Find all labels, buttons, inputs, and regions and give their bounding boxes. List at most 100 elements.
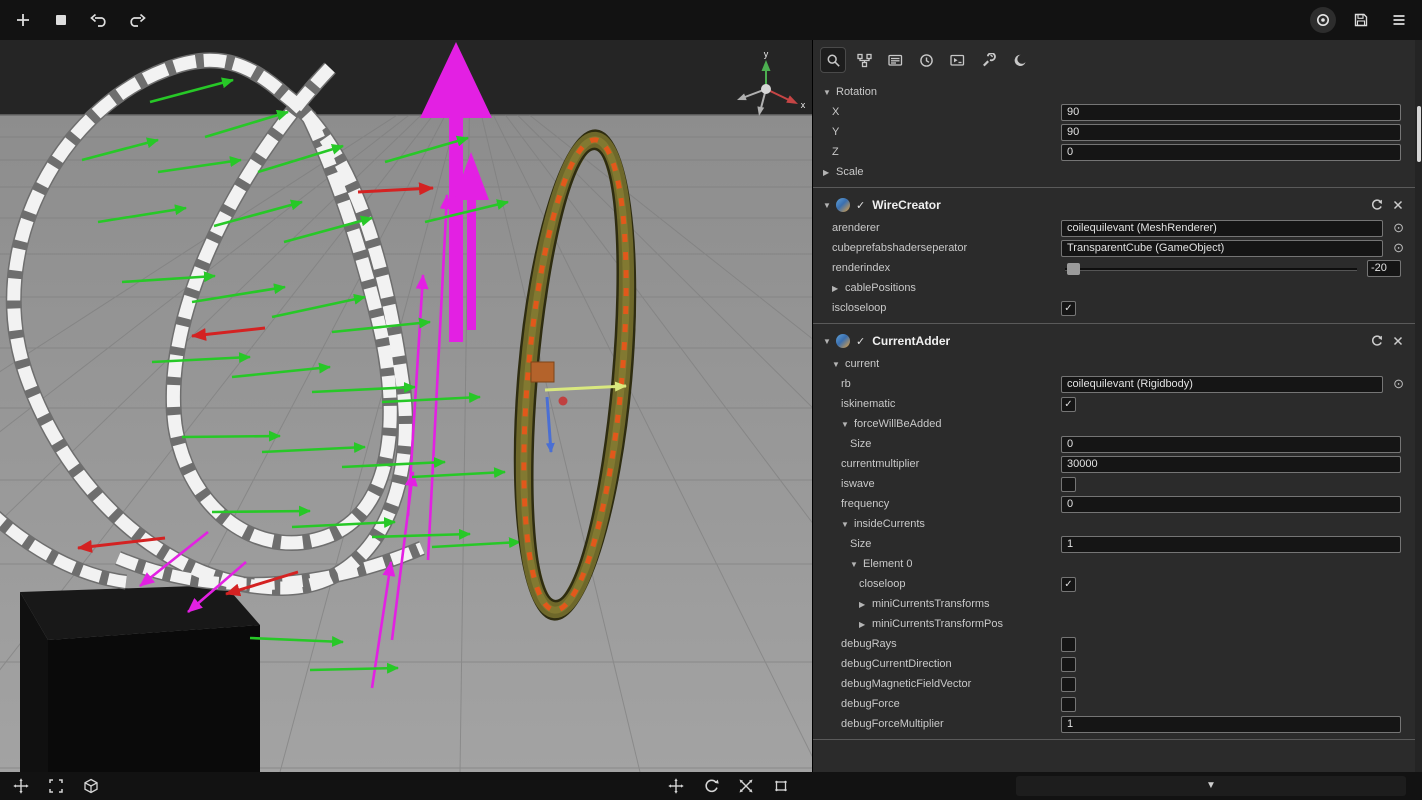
checkbox[interactable]: ✓ (1061, 577, 1076, 592)
expand-icon[interactable] (43, 773, 69, 799)
property-label: closeloop (859, 578, 905, 590)
main-area: y x (0, 40, 1422, 772)
hierarchy-icon[interactable] (851, 47, 877, 73)
checkbox[interactable] (1061, 637, 1076, 652)
property-label: Size (850, 438, 871, 450)
console-icon[interactable] (944, 47, 970, 73)
object-reference-field[interactable]: coilequilevant (Rigidbody) (1061, 376, 1383, 393)
clock-icon[interactable] (913, 47, 939, 73)
separator (813, 739, 1415, 740)
value-field[interactable]: 0 (1061, 496, 1401, 513)
slider-track[interactable] (1065, 268, 1357, 271)
redo-icon[interactable] (124, 7, 150, 33)
chevron-down-icon: ▼ (1206, 779, 1216, 793)
inspector-row: debugRays (813, 634, 1415, 654)
remove-icon[interactable] (1393, 200, 1403, 210)
rotate-tool-icon[interactable] (698, 773, 724, 799)
foldout-open-icon[interactable]: ▼ (832, 360, 841, 369)
layer-dropdown[interactable]: ▼ (1016, 776, 1406, 796)
reset-icon[interactable] (1370, 335, 1382, 347)
inspector-row: cubeprefabshaderseperator TransparentCube… (813, 238, 1415, 258)
menu-icon[interactable] (1386, 7, 1412, 33)
foldout-closed-icon[interactable]: ▶ (859, 620, 868, 629)
cube-icon[interactable] (78, 773, 104, 799)
checkbox[interactable] (1061, 677, 1076, 692)
axis-center-sphere[interactable] (761, 84, 771, 94)
inspector-row: ▼forceWillBeAdded (813, 414, 1415, 434)
topbar-left-group (10, 7, 150, 33)
value-field[interactable]: 1 (1061, 716, 1401, 733)
dark-box-object[interactable] (20, 585, 260, 772)
foldout-open-icon[interactable]: ▼ (823, 88, 832, 97)
reset-icon[interactable] (1370, 199, 1382, 211)
foldout-open-icon[interactable]: ▼ (823, 337, 832, 346)
undo-icon[interactable] (86, 7, 112, 33)
component-enabled-checkbox[interactable]: ✓ (856, 335, 865, 348)
separator (813, 323, 1415, 324)
inspector-row: Y 90 (813, 122, 1415, 142)
value-field[interactable]: 30000 (1061, 456, 1401, 473)
inspector-row: Z0 (813, 142, 1415, 162)
value-field[interactable]: 1 (1061, 536, 1401, 553)
object-reference-field[interactable]: TransparentCube (GameObject) (1061, 240, 1383, 257)
object-picker-icon[interactable]: ⊙ (1393, 238, 1404, 258)
scene-canvas[interactable]: y x (0, 40, 812, 772)
gizmo-cube-handle[interactable] (531, 362, 554, 382)
card-icon[interactable] (882, 47, 908, 73)
checkbox[interactable] (1061, 697, 1076, 712)
inspector-row: ▶miniCurrentsTransforms (813, 594, 1415, 614)
search-icon[interactable] (820, 47, 846, 73)
wrench-icon[interactable] (975, 47, 1001, 73)
foldout-open-icon[interactable]: ▼ (823, 201, 832, 210)
add-icon[interactable] (10, 7, 36, 33)
property-label: cablePositions (845, 282, 916, 294)
component-header-currentadder: ▼✓CurrentAdder (813, 328, 1415, 354)
rect-tool-icon[interactable] (768, 773, 794, 799)
scene-viewport[interactable]: y x (0, 40, 812, 772)
slider-handle[interactable] (1067, 263, 1080, 275)
property-label: rb (841, 378, 851, 390)
value-field[interactable]: 0 (1061, 144, 1401, 161)
checkbox[interactable]: ✓ (1061, 397, 1076, 412)
foldout-open-icon[interactable]: ▼ (850, 560, 859, 569)
foldout-closed-icon[interactable]: ▶ (832, 284, 841, 293)
stop-icon[interactable] (48, 7, 74, 33)
inspector-row: iskinematic✓ (813, 394, 1415, 414)
pan-view-icon[interactable] (8, 773, 34, 799)
checkbox[interactable]: ✓ (1061, 301, 1076, 316)
foldout-closed-icon[interactable]: ▶ (859, 600, 868, 609)
property-label: insideCurrents (854, 518, 925, 530)
foldout-open-icon[interactable]: ▼ (841, 420, 850, 429)
slider-value-field[interactable]: -20 (1367, 260, 1401, 277)
axis-y-label: y (764, 49, 769, 59)
remove-icon[interactable] (1393, 336, 1403, 346)
save-icon[interactable] (1348, 7, 1374, 33)
gizmo-center-dot[interactable] (559, 397, 568, 406)
property-label: cubeprefabshaderseperator (832, 242, 967, 254)
component-enabled-checkbox[interactable]: ✓ (856, 199, 865, 212)
moon-icon[interactable] (1006, 47, 1032, 73)
object-picker-icon[interactable]: ⊙ (1393, 374, 1404, 394)
inspector-row: frequency0 (813, 494, 1415, 514)
value-field[interactable]: 90 (1061, 124, 1401, 141)
property-label: currentmultiplier (841, 458, 919, 470)
checkbox[interactable] (1061, 477, 1076, 492)
value-field[interactable]: 0 (1061, 436, 1401, 453)
object-reference-field[interactable]: coilequilevant (MeshRenderer) (1061, 220, 1383, 237)
value-field[interactable]: 90 (1061, 104, 1401, 121)
inspector-row: ▼ insideCurrents (813, 514, 1415, 534)
scrollbar-thumb[interactable] (1417, 106, 1421, 162)
object-picker-icon[interactable]: ⊙ (1393, 218, 1404, 238)
property-label: iswave (841, 478, 875, 490)
move-tool-icon[interactable] (663, 773, 689, 799)
checkbox[interactable] (1061, 657, 1076, 672)
property-label: Y (832, 126, 839, 138)
inspector-row: renderindex-20 (813, 258, 1415, 278)
foldout-closed-icon[interactable]: ▶ (823, 168, 832, 177)
property-label: debugCurrentDirection (841, 658, 952, 670)
inspector-row: debugCurrentDirection (813, 654, 1415, 674)
record-icon[interactable] (1310, 7, 1336, 33)
foldout-open-icon[interactable]: ▼ (841, 520, 850, 529)
property-label: Rotation (836, 86, 877, 98)
scale-tool-icon[interactable] (733, 773, 759, 799)
